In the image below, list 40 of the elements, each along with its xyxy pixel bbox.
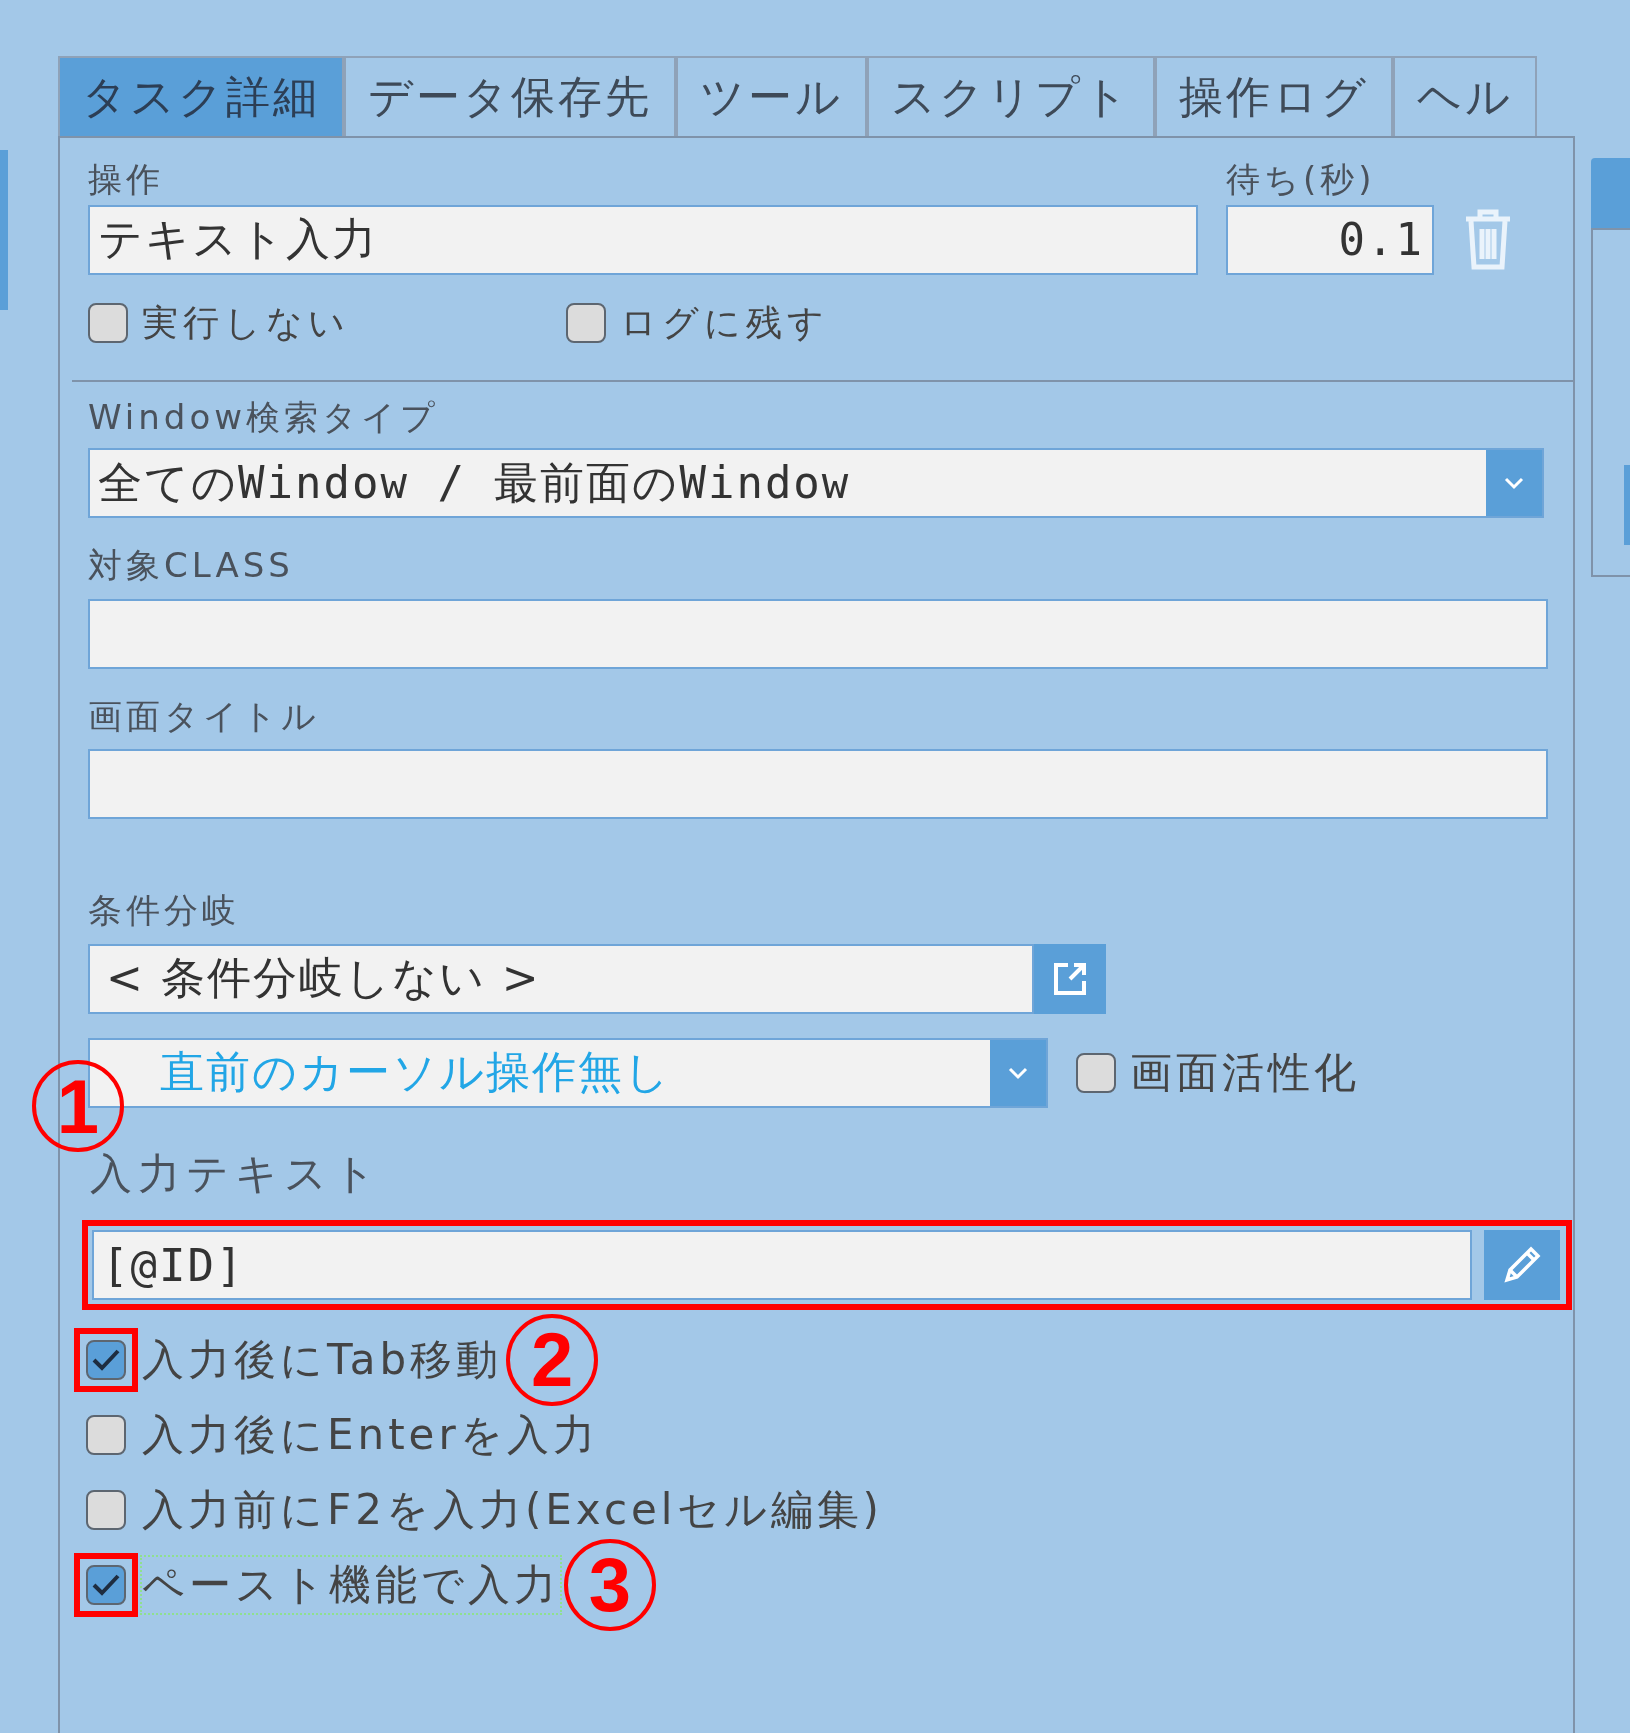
input-field[interactable]: < 条件分岐しない > <box>88 943 1034 1014</box>
annotation-number: 1 <box>32 1060 124 1152</box>
checkbox[interactable] <box>86 1489 126 1530</box>
field-label: Window検索タイプ <box>88 395 440 438</box>
field-label: 条件分岐 <box>88 889 240 932</box>
input-field[interactable]: [@ID] <box>92 1230 1472 1300</box>
tab[interactable]: 操作ログ <box>1155 56 1393 136</box>
tab[interactable]: データ保存先 <box>344 56 676 136</box>
checkbox-label: 実行しない <box>141 300 351 345</box>
input-field[interactable] <box>88 749 1548 819</box>
tab[interactable]: タスク詳細 <box>58 56 344 136</box>
checkbox-label: 画面活性化 <box>1129 1046 1361 1099</box>
annotation-number: 3 <box>564 1538 656 1631</box>
tab[interactable]: スクリプト <box>867 56 1155 136</box>
annotation-number: 2 <box>506 1313 599 1406</box>
checkbox-label: 入力前にF2を入力(Excelセル編集) <box>141 1483 884 1536</box>
checkbox[interactable] <box>86 1564 126 1605</box>
input-field[interactable]: テキスト入力 <box>88 204 1198 275</box>
field-label: 操作 <box>88 158 164 201</box>
checkbox-label: 入力後にEnterを入力 <box>141 1408 600 1461</box>
checkbox[interactable] <box>88 303 128 343</box>
field-label: 画面タイトル <box>88 694 320 737</box>
tab[interactable]: ツール <box>676 56 867 136</box>
edit-button[interactable] <box>1484 1230 1560 1300</box>
checkbox-label: 入力後にTab移動 <box>141 1333 504 1386</box>
input-field[interactable] <box>88 598 1548 669</box>
checkbox[interactable] <box>86 1414 126 1455</box>
input-field[interactable]: 0.1 <box>1226 204 1434 275</box>
checkbox[interactable] <box>1076 1052 1116 1093</box>
checkbox-label: ログに残す <box>619 300 830 345</box>
caret-icon <box>1007 1065 1029 1080</box>
tab[interactable]: ヘル <box>1393 56 1537 136</box>
checkbox-label: ペースト機能で入力 <box>140 1554 562 1615</box>
checkbox[interactable] <box>566 303 606 343</box>
dropdown[interactable]: 全てのWindow / 最前面のWindow <box>88 448 1544 518</box>
field-label: 待ち(秒) <box>1226 158 1376 201</box>
field-label: 対象CLASS <box>88 544 294 587</box>
open-button[interactable] <box>1034 943 1106 1014</box>
checkbox[interactable] <box>86 1339 126 1380</box>
caret-icon <box>1503 476 1525 490</box>
